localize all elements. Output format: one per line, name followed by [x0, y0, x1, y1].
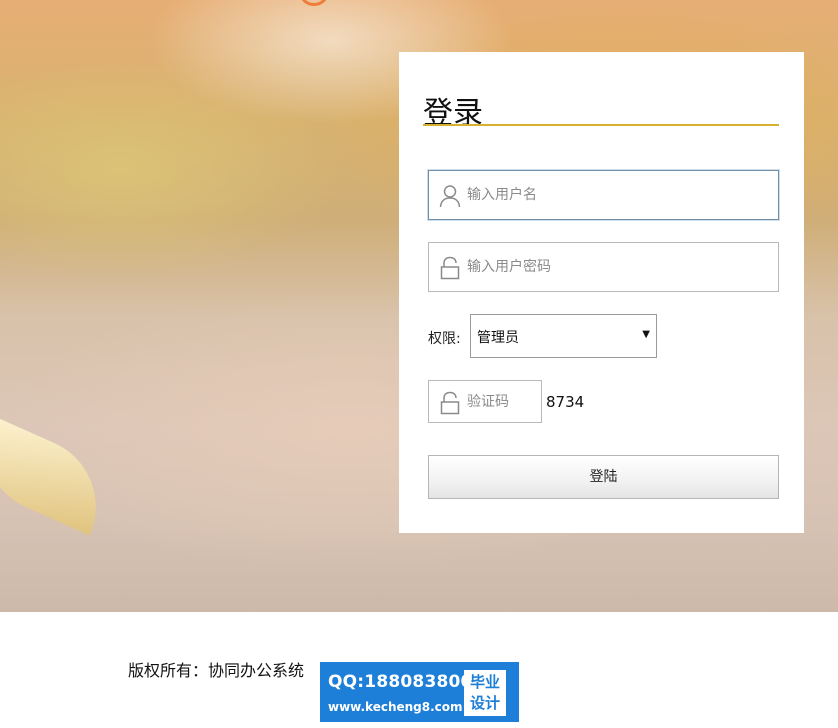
watermark-badge-line1: 毕业	[469, 673, 500, 691]
title-underline	[423, 124, 779, 126]
watermark-badge: 毕业 设计	[464, 670, 506, 716]
copyright-text: 版权所有：协同办公系统	[128, 661, 305, 680]
caret-down-icon: ▼	[642, 329, 650, 340]
password-input[interactable]	[467, 251, 757, 283]
captcha-field[interactable]	[428, 380, 542, 423]
lock-icon	[439, 391, 461, 415]
captcha-input[interactable]	[467, 387, 537, 417]
captcha-code[interactable]: 8734	[546, 393, 584, 411]
leaf-decoration	[0, 414, 119, 536]
login-card: 登录 权限: 管理员 ▼ 873	[399, 52, 804, 533]
username-field[interactable]	[428, 170, 779, 220]
watermark-badge-line2: 设计	[469, 694, 500, 712]
role-label: 权限:	[428, 331, 461, 347]
watermark-url: www.kecheng8.com	[328, 700, 463, 714]
lock-icon	[439, 256, 461, 280]
user-icon	[439, 184, 461, 208]
username-input[interactable]	[467, 179, 757, 211]
watermark-banner: QQ:188083800 www.kecheng8.com 毕业 设计	[320, 662, 519, 722]
lens-flare	[300, 0, 328, 6]
role-select-value: 管理员	[477, 330, 519, 346]
login-button[interactable]: 登陆	[428, 455, 779, 499]
role-select[interactable]: 管理员 ▼	[470, 314, 657, 358]
watermark-qq: QQ:188083800	[328, 672, 473, 692]
password-field[interactable]	[428, 242, 779, 292]
